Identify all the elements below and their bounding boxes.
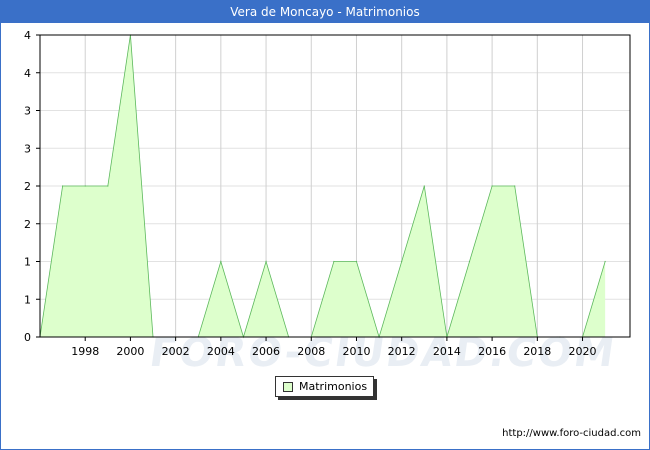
data-point [514, 185, 516, 187]
data-point [491, 185, 493, 187]
x-tick-label: 2008 [297, 345, 325, 358]
data-point [423, 185, 425, 187]
data-point [220, 260, 222, 263]
data-point [604, 260, 606, 263]
y-tick-label: 4 [24, 29, 31, 42]
x-tick-label: 2020 [569, 345, 597, 358]
legend-swatch [283, 381, 293, 392]
y-axis-ticks: 0 1 1 2 2 3 3 4 4 [24, 29, 40, 344]
legend: Matrimonios [275, 376, 375, 397]
y-tick-label: 2 [24, 180, 31, 193]
x-tick-label: 2016 [478, 345, 506, 358]
data-point [107, 185, 109, 187]
x-tick-label: 2012 [388, 345, 416, 358]
x-tick-label: 2010 [342, 345, 370, 358]
data-point [84, 185, 86, 187]
y-tick-label: 3 [24, 142, 31, 155]
source-url: http://www.foro-ciudad.com [502, 428, 641, 439]
x-tick-label: 2000 [116, 345, 144, 358]
legend-label: Matrimonios [299, 380, 368, 393]
x-tick-label: 2004 [207, 345, 235, 358]
data-point [401, 260, 403, 263]
data-point [355, 260, 358, 263]
y-tick-label: 1 [24, 256, 31, 269]
data-point [468, 260, 471, 263]
data-point [62, 185, 64, 187]
y-tick-label: 1 [24, 293, 31, 306]
x-tick-label: 2006 [252, 345, 280, 358]
x-tick-label: 2018 [523, 345, 551, 358]
y-tick-label: 2 [24, 218, 31, 231]
x-tick-label: 2014 [433, 345, 461, 358]
data-point [265, 260, 267, 263]
x-tick-label: 2002 [162, 345, 190, 358]
data-point [333, 260, 335, 263]
y-tick-label: 0 [24, 331, 31, 344]
y-tick-label: 4 [24, 67, 31, 80]
x-tick-label: 1998 [71, 345, 99, 358]
y-tick-label: 3 [24, 105, 31, 118]
x-axis-ticks: 1998 2000 2002 2004 2006 2008 2010 2012 2014 2016… [71, 337, 597, 358]
